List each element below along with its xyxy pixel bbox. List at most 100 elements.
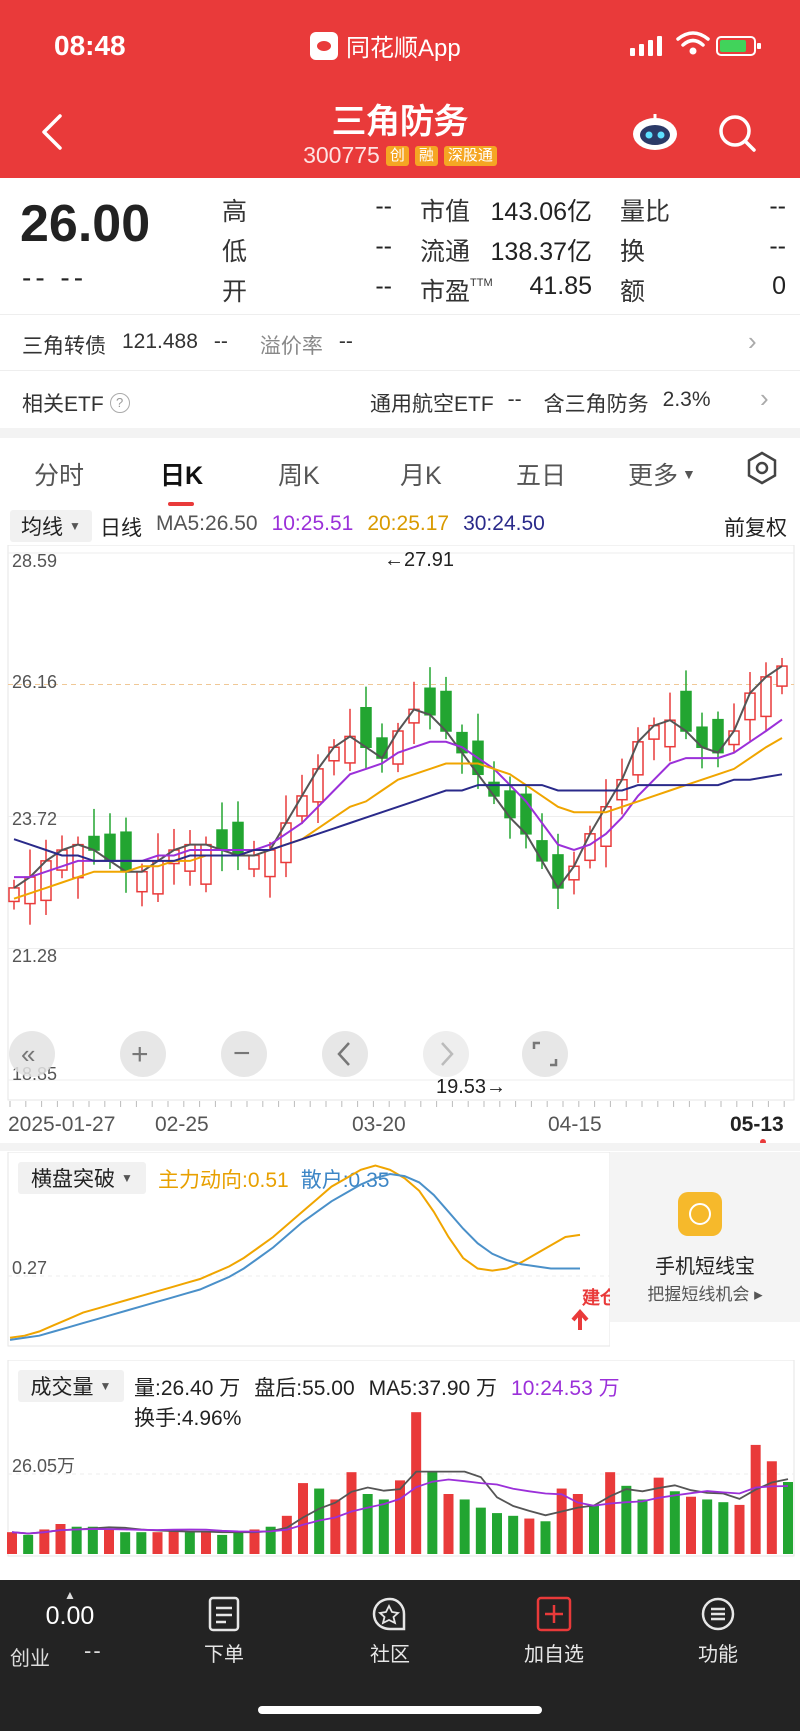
assistant-robot-icon[interactable] [630,112,680,152]
date-label: 2025-01-27 [8,1113,115,1136]
tab-monthly-k[interactable]: 月K [400,456,442,492]
divider [0,314,800,315]
tag-shengutong: 深股通 [443,145,497,166]
volume-bar [330,1499,341,1554]
first-page-button[interactable]: « [9,1031,55,1077]
short-term-badge-icon [678,1192,722,1236]
index-ticker[interactable]: ▲ 0.00 [30,1588,110,1631]
fullscreen-button[interactable] [522,1031,568,1077]
ma20-value: 20:25.17 [367,512,450,535]
nav-place-order[interactable]: 下单 [164,1580,284,1667]
order-document-icon [208,1596,240,1632]
high-price-note: ←27.91 [384,549,454,571]
section-gap [0,428,800,438]
app-logo-icon [310,31,338,60]
indicator-y-tick: 0.27 [12,1258,47,1278]
indicator-line [9,1164,581,1339]
label-float-cap: 流通 [420,238,471,266]
stock-code: 300775 [303,142,380,168]
volume-bar [605,1472,616,1554]
bond-premium-value: -- [338,330,353,353]
dropdown-triangle-icon: ▼ [69,519,81,533]
volume-bar [23,1534,34,1554]
stock-code-row: 300775 创 融 深股通 [0,142,800,169]
volume-bar [475,1507,486,1554]
nav-functions[interactable]: 功能 [658,1580,778,1667]
candle-body [216,829,228,851]
kline-grid [8,552,794,1081]
tab-daily-k[interactable]: 日K [160,456,203,492]
kline-chart[interactable]: 28.59 26.16 23.72 21.28 18.85 ←27.91 19.… [0,545,800,1165]
ma30-value: 30:24.50 [463,512,545,535]
info-icon[interactable]: ? [109,393,130,413]
index-name: 创业 [10,1648,50,1670]
candle-body [440,690,452,732]
candle-body [184,843,196,872]
label-turnover: 换 [620,238,646,266]
candle-body [568,865,580,881]
indicator-chart[interactable]: 0.27 建仓 [0,1152,610,1352]
minus-icon: − [233,1037,251,1070]
index-value: 0.00 [45,1602,95,1630]
search-icon[interactable] [716,112,758,154]
short-term-promo-card[interactable]: 手机短线宝 把握短线机会 ▸ [610,1152,800,1322]
candle-body [648,724,660,740]
scroll-left-button[interactable] [322,1031,368,1077]
add-watchlist-icon [536,1596,572,1632]
volume-bar [233,1532,244,1554]
value-market-cap: 143.06亿 [490,198,592,226]
tab-five-day[interactable]: 五日 [516,456,566,492]
plus-icon: + [131,1038,149,1071]
nav-community[interactable]: 社区 [330,1580,450,1667]
zoom-in-button[interactable]: + [120,1031,166,1077]
volume-bar [718,1502,729,1554]
promo-subtitle: 把握短线机会 ▸ [647,1285,763,1304]
settings-hexagon-icon[interactable] [744,450,780,486]
ma5-value: MA5:26.50 [156,512,258,535]
volume-y-tick: 26.05万 [12,1456,75,1476]
candle-body [344,735,356,764]
indicator-lines [9,1164,581,1341]
tab-intraday[interactable]: 分时 [34,456,84,492]
value-volume-ratio: -- [769,192,786,220]
adjust-mode[interactable]: 前复权 [724,512,787,542]
dropdown-triangle-icon: ▼ [682,466,696,482]
volume-bar [152,1532,163,1554]
bond-price: 121.488 [122,330,198,353]
related-etf-item[interactable]: 通用航空ETF -- 含三角防务 2.3% [370,388,711,418]
etf-holding-value: 2.3% [662,388,711,411]
convertible-bond-row[interactable]: 三角转债 121.488 -- 溢价率 -- [22,330,782,360]
label-pe-text: 市盈 [420,278,471,306]
volume-bar [120,1532,131,1554]
candle-body [8,887,20,903]
community-star-icon [372,1597,406,1631]
tab-more[interactable]: 更多 ▼ [628,456,696,492]
date-label: 04-15 [548,1113,602,1136]
volume-bar [411,1412,422,1554]
volume-bar [783,1482,793,1554]
nav-add-watchlist[interactable]: 加自选 [494,1580,614,1667]
zoom-out-button[interactable]: − [221,1031,267,1077]
value-float-cap: 138.37亿 [490,238,592,266]
scroll-right-button[interactable] [423,1031,469,1077]
volume-bar [766,1461,777,1554]
candle-body [360,706,372,748]
etf-chevron-right-icon: › [760,383,769,413]
candle-body [728,730,740,746]
price-change: -- -- [22,262,88,293]
ma-selector[interactable]: 均线 ▼ [10,510,92,542]
volume-bar [249,1529,260,1554]
candle-body [24,876,36,905]
volume-bar [87,1526,98,1554]
tab-weekly-k[interactable]: 周K [278,456,320,492]
nav-label: 下单 [204,1644,244,1666]
candle-body [136,870,148,893]
volume-bar [589,1504,599,1554]
volume-bar [492,1513,502,1554]
y-tick-label: 23.72 [12,809,57,829]
volume-bar [281,1515,292,1554]
value-amount: 0 [772,272,786,300]
volume-chart[interactable]: 26.05万 [0,1360,800,1560]
bond-change: -- [213,330,228,353]
value-pe: 41.85 [529,272,592,300]
